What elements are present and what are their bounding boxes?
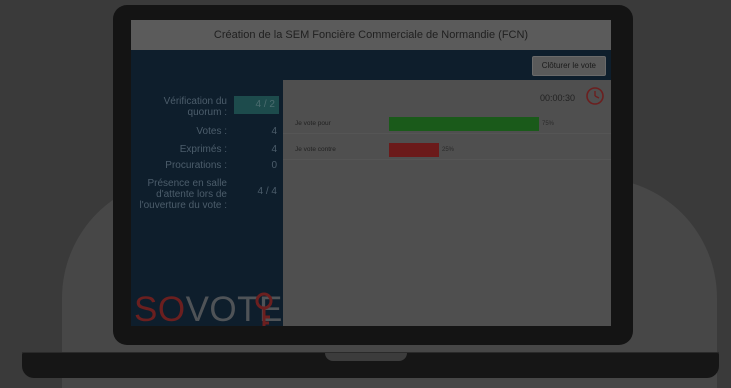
result-percent: 75% xyxy=(542,121,555,127)
laptop-notch xyxy=(325,353,407,361)
presence-value: 4 / 4 xyxy=(257,186,277,197)
results-panel: 00:00:30 Je vote pour 75% Je vote contre 25… xyxy=(283,80,611,326)
app-screen: Création de la SEM Foncière Commerciale … xyxy=(131,20,611,326)
stats-panel: Vérification du quorum : 4 / 2 Votes : 4… xyxy=(131,80,283,326)
clock-icon xyxy=(586,87,604,105)
close-vote-button[interactable]: Clôturer le vote xyxy=(531,56,606,76)
result-bar xyxy=(389,117,539,131)
key-icon xyxy=(255,292,273,326)
result-bar-track: 75% xyxy=(389,117,589,131)
result-bar-track: 25% xyxy=(389,143,589,157)
page-title: Création de la SEM Foncière Commerciale … xyxy=(131,20,611,50)
result-label: Je vote pour xyxy=(295,120,331,127)
row-divider xyxy=(283,159,611,160)
row-divider xyxy=(283,133,611,134)
result-percent: 25% xyxy=(442,147,455,153)
result-bar xyxy=(389,143,439,157)
presence-label: Présence en salle d'attente lors de l'ou… xyxy=(139,178,227,211)
quorum-label: Vérification du quorum : xyxy=(163,96,227,118)
timer: 00:00:30 xyxy=(539,93,575,103)
logo-so: SO xyxy=(134,290,186,327)
exprimes-value: 4 xyxy=(271,144,277,155)
procurations-label: Procurations : xyxy=(165,160,227,171)
exprimes-label: Exprimés : xyxy=(179,144,227,155)
votes-value: 4 xyxy=(271,126,277,137)
result-row: Je vote contre 25% xyxy=(283,140,611,160)
result-row: Je vote pour 75% xyxy=(283,114,611,134)
result-label: Je vote contre xyxy=(295,146,336,153)
votes-label: Votes : xyxy=(196,126,227,137)
procurations-value: 0 xyxy=(271,160,277,171)
quorum-value: 4 / 2 xyxy=(234,96,279,114)
